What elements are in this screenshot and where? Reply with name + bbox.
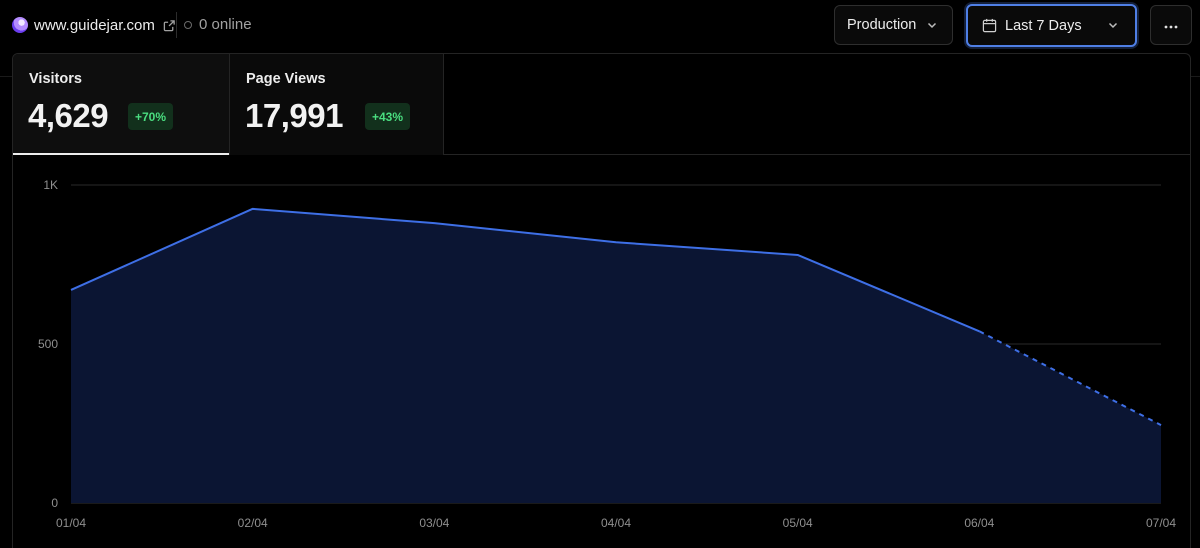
- x-tick-label: 07/04: [1146, 516, 1176, 530]
- series-area-fill: [71, 208, 1161, 503]
- y-tick-label: 0: [51, 496, 58, 510]
- x-tick-label: 06/04: [964, 516, 994, 530]
- x-tick-label: 05/04: [783, 516, 813, 530]
- x-tick-label: 03/04: [419, 516, 449, 530]
- chart-area-layer: [70, 207, 1162, 503]
- x-tick-label: 02/04: [238, 516, 268, 530]
- x-tick-label: 01/04: [56, 516, 86, 530]
- visitors-area-chart: 0 500 1K 01/04 02/04 03/04 04/04 05/04 06/04 07/0…: [38, 178, 1176, 530]
- y-tick-label: 500: [38, 337, 58, 351]
- x-tick-label: 04/04: [601, 516, 631, 530]
- y-tick-label: 1K: [43, 178, 58, 192]
